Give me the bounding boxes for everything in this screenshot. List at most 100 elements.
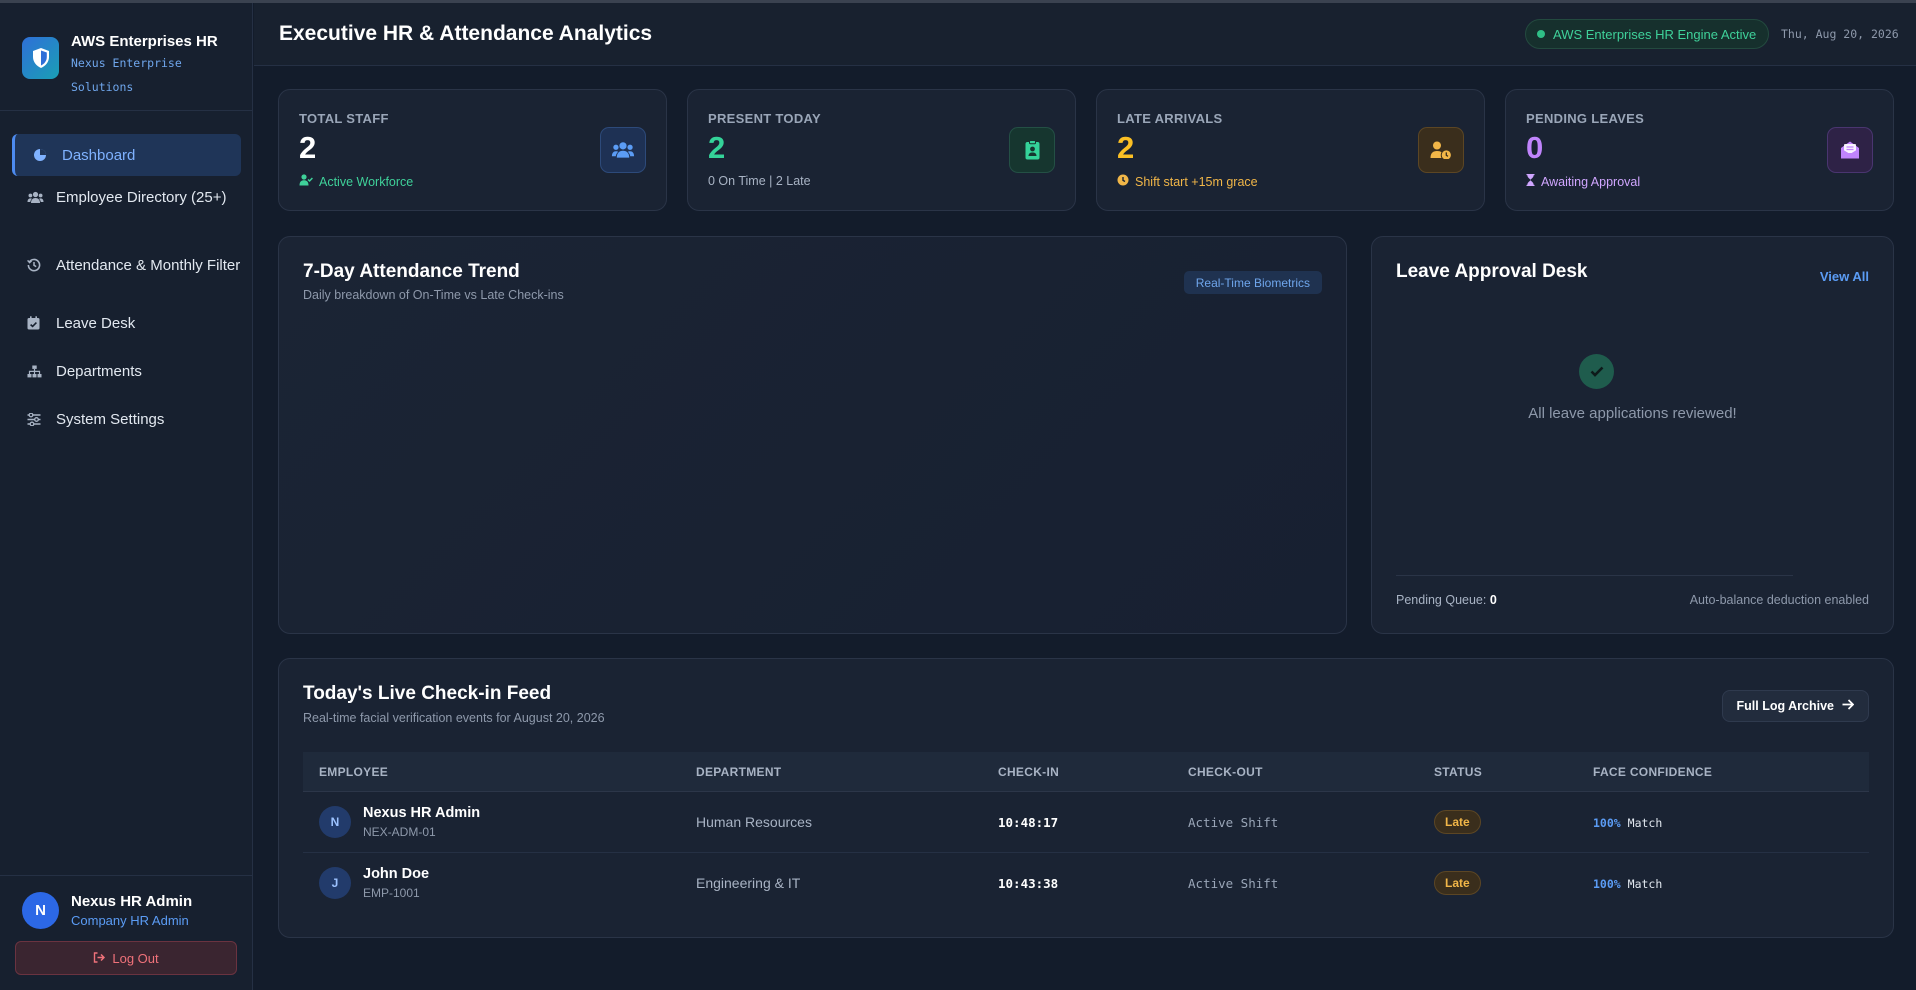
sidebar-item-label: System Settings bbox=[56, 410, 165, 428]
sidebar-item-label: Attendance & Monthly Filter bbox=[56, 256, 241, 274]
table-header: EMPLOYEE DEPARTMENT CHECK-IN CHECK-OUT S… bbox=[303, 752, 1869, 792]
user-name: Nexus HR Admin bbox=[71, 893, 193, 910]
logout-label: Log Out bbox=[112, 950, 159, 966]
empty-state-message: All leave applications reviewed! bbox=[1528, 405, 1737, 422]
stat-label: PRESENT TODAY bbox=[708, 111, 821, 126]
sidebar-item-system-settings[interactable]: System Settings bbox=[12, 404, 241, 434]
stat-card-total-staff: TOTAL STAFF 2 Active Workforce bbox=[278, 89, 667, 211]
department: Human Resources bbox=[696, 814, 812, 830]
checkin-feed-panel: Today's Live Check-in Feed Real-time fac… bbox=[278, 658, 1894, 938]
stat-card-pending-leaves: PENDING LEAVES 0 Awaiting Approval bbox=[1505, 89, 1894, 211]
user-role: Company HR Admin bbox=[71, 913, 189, 928]
history-icon bbox=[27, 258, 47, 272]
calendar-check-icon bbox=[27, 316, 47, 330]
envelope-open-icon bbox=[1827, 127, 1873, 173]
status-dot-icon bbox=[1537, 30, 1545, 38]
sidebar-item-label: Employee Directory (25+) bbox=[56, 188, 227, 206]
avatar: N bbox=[319, 806, 351, 838]
sitemap-icon bbox=[27, 365, 47, 378]
status-badge: Late bbox=[1434, 810, 1481, 834]
sidebar: AWS Enterprises HR Nexus Enterprise Solu… bbox=[0, 3, 253, 990]
panel-title: Leave Approval Desk bbox=[1396, 261, 1588, 282]
users-icon bbox=[27, 191, 47, 204]
sidebar-item-label: Dashboard bbox=[62, 146, 136, 164]
status-badge: Late bbox=[1434, 871, 1481, 895]
pie-chart-icon bbox=[33, 148, 53, 162]
stat-card-present-today: PRESENT TODAY 2 0 On Time | 2 Late bbox=[687, 89, 1076, 211]
check-out-status: Active Shift bbox=[1188, 815, 1279, 830]
engine-status-text: AWS Enterprises HR Engine Active bbox=[1553, 26, 1757, 42]
column-header: CHECK-IN bbox=[998, 765, 1060, 779]
table-row[interactable]: J John Doe EMP-1001 Engineering & IT 10:… bbox=[303, 853, 1869, 914]
stat-label: PENDING LEAVES bbox=[1526, 111, 1645, 126]
employee-id: NEX-ADM-01 bbox=[363, 825, 436, 839]
stat-note: Shift start +15m grace bbox=[1117, 174, 1258, 189]
column-header: FACE CONFIDENCE bbox=[1593, 765, 1713, 779]
users-icon bbox=[600, 127, 646, 173]
sidebar-item-leave-desk[interactable]: Leave Desk bbox=[12, 308, 241, 338]
avatar: N bbox=[22, 892, 59, 929]
panel-title: 7-Day Attendance Trend bbox=[303, 261, 520, 282]
shield-icon bbox=[22, 37, 59, 79]
stat-note: Active Workforce bbox=[299, 174, 413, 189]
stat-value: 0 bbox=[1526, 130, 1544, 165]
logout-button[interactable]: Log Out bbox=[15, 941, 237, 975]
sidebar-item-departments[interactable]: Departments bbox=[12, 356, 241, 386]
employee-name: John Doe bbox=[363, 866, 430, 882]
user-check-icon bbox=[299, 174, 313, 189]
check-in-time: 10:43:38 bbox=[998, 876, 1059, 891]
sidebar-item-dashboard[interactable]: Dashboard bbox=[12, 134, 241, 176]
panel-divider bbox=[1396, 575, 1793, 576]
pending-queue: Pending Queue: 0 bbox=[1396, 593, 1497, 607]
header-date: Thu, Aug 20, 2026 bbox=[1781, 27, 1899, 41]
face-confidence: 100% Match bbox=[1593, 877, 1663, 891]
realtime-badge: Real-Time Biometrics bbox=[1183, 271, 1322, 294]
table-row[interactable]: N Nexus HR Admin NEX-ADM-01 Human Resour… bbox=[303, 792, 1869, 853]
panel-subtitle: Real-time facial verification events for… bbox=[303, 711, 605, 725]
department: Engineering & IT bbox=[696, 875, 801, 891]
leave-approval-panel: Leave Approval Desk View All All leave a… bbox=[1371, 236, 1894, 634]
status-badge: AWS Enterprises HR Engine Active bbox=[1525, 19, 1770, 49]
id-badge-icon bbox=[1009, 127, 1055, 173]
archive-button-label: Full Log Archive bbox=[1736, 699, 1834, 713]
arrow-right-icon bbox=[1842, 699, 1855, 713]
stat-label: LATE ARRIVALS bbox=[1117, 111, 1223, 126]
brand-subtitle: Nexus Enterprise Solutions bbox=[71, 56, 182, 94]
sidebar-item-employee-directory[interactable]: Employee Directory (25+) bbox=[12, 182, 241, 212]
hourglass-icon bbox=[1526, 173, 1535, 189]
stat-card-late-arrivals: LATE ARRIVALS 2 Shift start +15m grace bbox=[1096, 89, 1485, 211]
sidebar-item-label: Departments bbox=[56, 362, 142, 380]
page-title: Executive HR & Attendance Analytics bbox=[279, 22, 653, 45]
check-out-status: Active Shift bbox=[1188, 876, 1279, 891]
sign-out-icon bbox=[93, 951, 106, 966]
sidebar-divider bbox=[0, 875, 253, 876]
sidebar-divider bbox=[0, 110, 253, 111]
column-header: CHECK-OUT bbox=[1188, 765, 1263, 779]
sidebar-item-attendance[interactable]: Attendance & Monthly Filter bbox=[12, 243, 241, 287]
avatar: J bbox=[319, 867, 351, 899]
brand-title: AWS Enterprises HR bbox=[71, 33, 218, 50]
user-clock-icon bbox=[1418, 127, 1464, 173]
panel-subtitle: Daily breakdown of On-Time vs Late Check… bbox=[303, 288, 564, 302]
sidebar-item-label: Leave Desk bbox=[56, 314, 136, 332]
check-in-time: 10:48:17 bbox=[998, 815, 1059, 830]
stat-value: 2 bbox=[299, 130, 317, 165]
trend-chart-area bbox=[303, 322, 1322, 609]
full-log-archive-button[interactable]: Full Log Archive bbox=[1721, 690, 1869, 722]
stat-note: 0 On Time | 2 Late bbox=[708, 174, 811, 188]
sliders-icon bbox=[27, 412, 47, 426]
column-header: DEPARTMENT bbox=[696, 765, 782, 779]
stat-label: TOTAL STAFF bbox=[299, 111, 389, 126]
column-header: STATUS bbox=[1434, 765, 1483, 779]
attendance-trend-panel: 7-Day Attendance Trend Daily breakdown o… bbox=[278, 236, 1347, 634]
column-header: EMPLOYEE bbox=[319, 765, 389, 779]
employee-id: EMP-1001 bbox=[363, 886, 420, 900]
stat-value: 2 bbox=[708, 130, 726, 165]
auto-balance-note: Auto-balance deduction enabled bbox=[1689, 593, 1869, 607]
stat-value: 2 bbox=[1117, 130, 1135, 165]
panel-title: Today's Live Check-in Feed bbox=[303, 683, 552, 704]
view-all-link[interactable]: View All bbox=[1820, 269, 1869, 284]
stat-note: Awaiting Approval bbox=[1526, 173, 1640, 189]
face-confidence: 100% Match bbox=[1593, 816, 1663, 830]
pending-queue-count: 0 bbox=[1489, 593, 1497, 607]
